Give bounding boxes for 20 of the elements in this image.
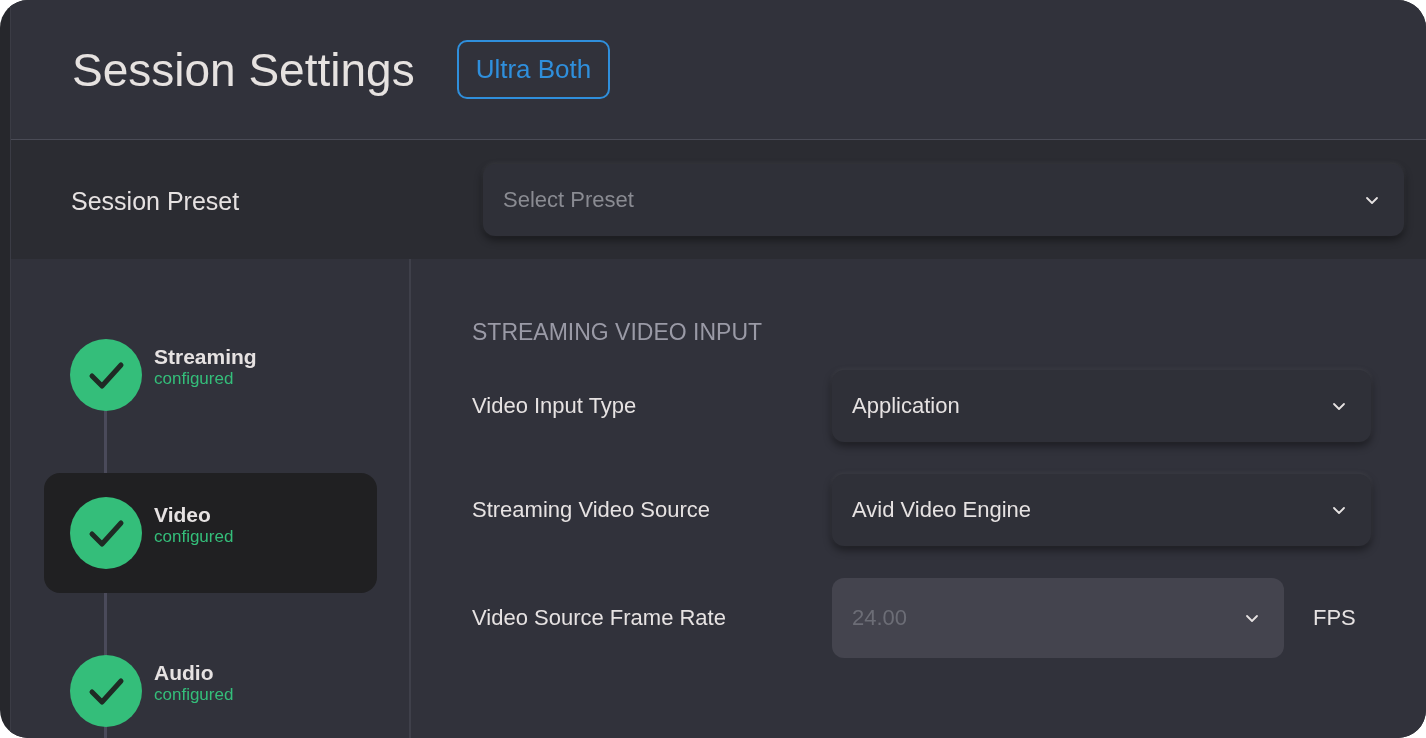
dropdown[interactable]: Avid Video Engine xyxy=(832,474,1371,546)
preset-dropdown[interactable]: Select Preset xyxy=(483,163,1404,236)
field-label: Session Preset xyxy=(71,187,241,216)
step-item[interactable]: Streaming configured xyxy=(44,315,377,435)
step-title: Video xyxy=(154,503,212,527)
step-title: Streaming xyxy=(154,345,257,369)
field-label: Video Source Frame Rate xyxy=(472,605,727,631)
unit-label: FPS xyxy=(1313,605,1356,631)
step-item[interactable]: Video configured xyxy=(44,473,377,593)
step-status: configured xyxy=(154,685,234,705)
step-title: Audio xyxy=(154,661,215,685)
step-status: configured xyxy=(154,527,234,547)
dropdown[interactable]: Application xyxy=(832,370,1371,442)
field-label: Streaming Video Source xyxy=(472,497,712,523)
field-label: Video Input Type xyxy=(472,393,638,419)
section-heading: STREAMING VIDEO INPUT xyxy=(472,319,764,346)
window-title: Session Settings xyxy=(72,42,415,97)
step-status: configured xyxy=(154,369,235,389)
mode-badge: Ultra Both xyxy=(456,40,611,99)
step-item[interactable]: Audio configured xyxy=(44,631,377,738)
